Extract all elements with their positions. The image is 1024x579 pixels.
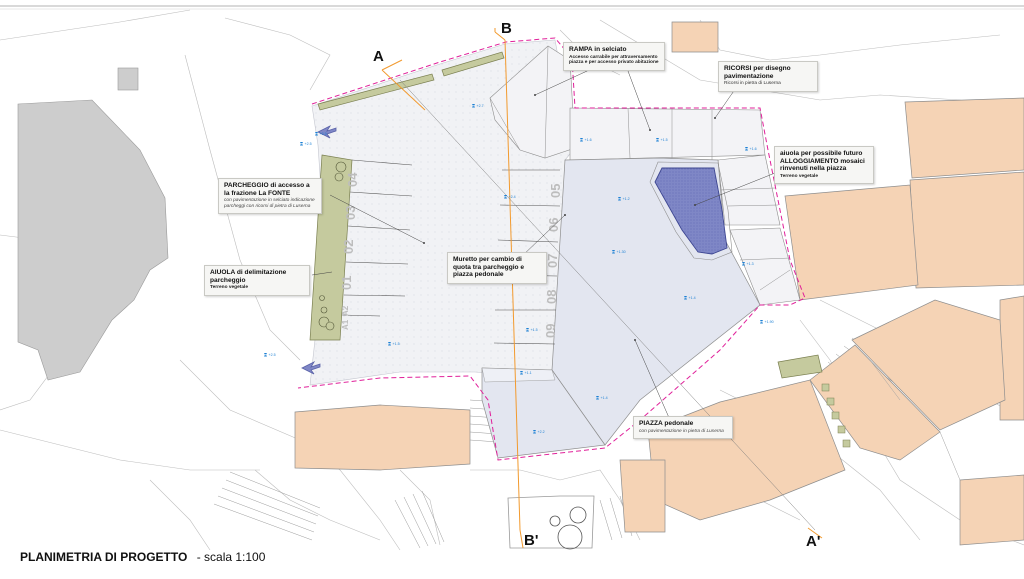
annotation-aiuola-limit-title: AIUOLA di delimitazione parcheggio — [210, 269, 287, 284]
stall-03: 03 — [343, 206, 358, 220]
elevation-value: +2.7 — [477, 104, 484, 108]
annotation-aiuola-future-title: aiuola per possibile futuro ALLOGGIAMENT… — [780, 150, 865, 173]
annotation-muretto-title: Muretto per cambio di quota tra parchegg… — [453, 256, 525, 279]
elevation-value: +1.5 — [661, 138, 668, 142]
elevation-value: +2.5 — [320, 132, 327, 136]
annotation-parking-title: PARCHEGGIO di accesso a la frazione La F… — [224, 182, 310, 197]
elevation-icon — [264, 353, 267, 357]
annotation-piazza-title: PIAZZA pedonale — [639, 420, 694, 427]
section-marker-a-top: A — [373, 48, 384, 65]
annotation-parking: PARCHEGGIO di accesso a la frazione La F… — [218, 178, 322, 215]
elevation-value: +1.4 — [689, 296, 696, 300]
annotation-ricorsi: RICORSI per disegno pavimentazione Ricor… — [718, 61, 818, 92]
elevation-value: +1.90 — [765, 320, 774, 324]
elevation-value: +1.2 — [623, 197, 630, 201]
site-plan: 04 03 02 01 A2 A1 05 06 07 08 09 +2.7+2.… — [0, 5, 1024, 551]
stall-02: 02 — [341, 240, 356, 254]
piazza-step — [481, 367, 556, 383]
elevation-marker: +1.30 — [612, 250, 626, 254]
elevation-value: +2.2 — [538, 430, 545, 434]
stall-07: 07 — [545, 254, 560, 268]
annotation-piazza-subtitle: con pavimentazione in pietra di Luserna — [639, 428, 724, 434]
annotation-ramp-title: RAMPA in selciato — [569, 46, 627, 53]
elevation-value: +1.6 — [750, 147, 757, 151]
stall-09: 09 — [543, 324, 558, 338]
drawing-scale: - scala 1:100 — [196, 550, 266, 564]
elevation-marker: +1.90 — [760, 320, 774, 324]
annotation-parking-subtitle: con pavimentazione in selciato indicazio… — [224, 198, 315, 209]
elevation-value: +1.1 — [525, 371, 532, 375]
elevation-value: +2.5 — [269, 353, 276, 357]
fountain — [507, 495, 595, 550]
annotation-ricorsi-subtitle: Ricorsi in pietra di Luserna — [724, 81, 781, 87]
annotation-ramp: RAMPA in selciato Accesso carrabile per … — [563, 42, 665, 71]
drawing-title: PLANIMETRIA DI PROGETTO - scala 1:100 — [20, 550, 265, 564]
elevation-value: +2.4 — [509, 195, 516, 199]
section-marker-a-bottom: A' — [806, 533, 821, 550]
elevation-marker: +2.5 — [264, 353, 276, 357]
section-marker-b-top: B — [501, 20, 512, 37]
section-marker-b-bottom: B' — [524, 532, 539, 549]
elevation-value: +1.5 — [393, 342, 400, 346]
drawing-title-text: PLANIMETRIA DI PROGETTO — [20, 550, 188, 564]
stall-06: 06 — [546, 218, 561, 232]
neighbor-building — [17, 99, 169, 381]
stall-08: 08 — [544, 290, 559, 304]
neighbor-building-small — [117, 67, 139, 91]
elevation-marker: +2.5 — [300, 142, 312, 146]
annotation-ramp-subtitle: Accesso carrabile per attraversamento pi… — [569, 54, 659, 66]
elevation-value: +1.6 — [585, 138, 592, 142]
stall-a2: A2 — [341, 305, 350, 316]
stall-a1: A1 — [341, 319, 350, 330]
annotation-ricorsi-title: RICORSI per disegno pavimentazione — [724, 65, 791, 80]
stall-01: 01 — [339, 276, 354, 290]
annotation-aiuola-limit: AIUOLA di delimitazione parcheggio Terre… — [204, 265, 310, 296]
elevation-icon — [300, 142, 303, 146]
elevation-icon — [760, 320, 763, 324]
elevation-value: +1.4 — [601, 396, 608, 400]
elevation-value: +2.5 — [305, 142, 312, 146]
stall-05: 05 — [548, 184, 563, 198]
annotation-muretto: Muretto per cambio di quota tra parchegg… — [447, 252, 547, 284]
elevation-value: +1.5 — [531, 328, 538, 332]
annotation-aiuola-limit-subtitle: Terreno vegetale — [210, 285, 249, 291]
stall-04: 04 — [345, 172, 360, 187]
elevation-value: +1.3 — [747, 262, 754, 266]
annotation-aiuola-future: aiuola per possibile futuro ALLOGGIAMENT… — [774, 146, 874, 185]
annotation-aiuola-future-subtitle: Terreno vegetale — [780, 173, 819, 179]
annotation-piazza: PIAZZA pedonale con pavimentazione in pi… — [633, 416, 733, 440]
elevation-value: +1.30 — [617, 250, 626, 254]
